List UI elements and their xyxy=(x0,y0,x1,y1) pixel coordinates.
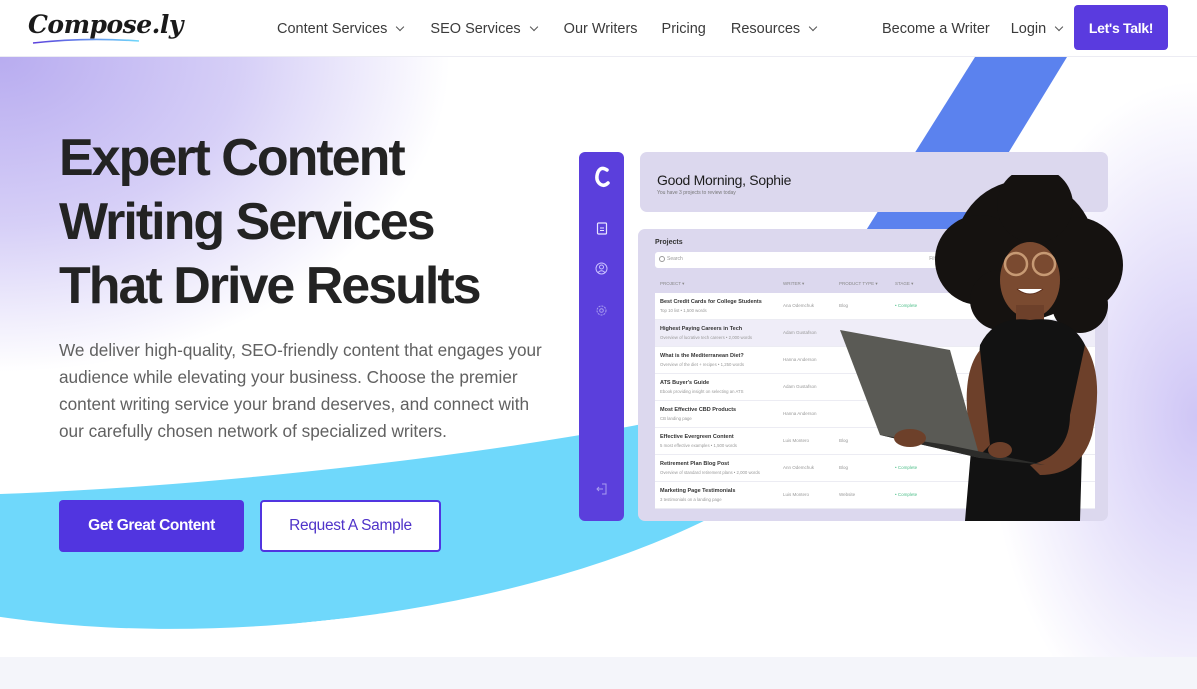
project-writer: Adam Gustafson xyxy=(783,330,817,335)
logo-swoosh-icon xyxy=(32,38,140,44)
main-nav: Content Services SEO Services Our Writer… xyxy=(277,0,818,57)
request-sample-button[interactable]: Request A Sample xyxy=(260,500,441,552)
nav-pricing[interactable]: Pricing xyxy=(662,21,706,37)
project-writer: Hanna Anderson xyxy=(783,357,817,362)
project-subtitle: Ebook providing insight on selecting an … xyxy=(660,389,744,394)
account-nav: Become a Writer Login xyxy=(882,0,1064,57)
project-title: ATS Buyer's Guide xyxy=(660,380,710,386)
chevron-down-icon xyxy=(529,22,538,31)
chevron-down-icon xyxy=(808,22,818,31)
login-menu[interactable]: Login xyxy=(1011,21,1064,37)
search-icon xyxy=(659,256,665,262)
project-title: What is the Mediterranean Diet? xyxy=(660,353,744,359)
project-subtitle: Overview of the diet + recipes • 1,250 w… xyxy=(660,362,745,367)
user-profile-icon xyxy=(579,262,624,275)
project-title: Retirement Plan Blog Post xyxy=(660,461,730,467)
become-writer-link[interactable]: Become a Writer xyxy=(882,21,990,37)
column-project[interactable]: PROJECT ▾ xyxy=(660,281,684,287)
project-writer: Luis Montero xyxy=(783,492,810,497)
project-title: Effective Evergreen Content xyxy=(660,434,734,440)
hero-description: We deliver high-quality, SEO-friendly co… xyxy=(59,340,542,441)
project-subtitle: Overview of standard retirement plans • … xyxy=(660,470,760,475)
project-title: Best Credit Cards for College Students xyxy=(660,299,762,305)
hero-title: Expert Content Writing Services That Dri… xyxy=(59,129,482,315)
project-subtitle: 5 most effective examples • 1,500 words xyxy=(660,443,737,448)
column-writer[interactable]: WRITER ▾ xyxy=(783,281,804,287)
chevron-down-icon xyxy=(396,22,405,31)
project-writer: Ann Odemchuk xyxy=(783,465,815,470)
project-subtitle: CB landing page xyxy=(660,416,692,421)
greeting-subtitle: You have 3 projects to review today xyxy=(657,190,736,196)
project-subtitle: 3 testimonials on a landing page xyxy=(660,497,722,502)
project-writer: Hanna Anderson xyxy=(783,411,817,416)
get-great-content-button[interactable]: Get Great Content xyxy=(59,500,244,552)
project-subtitle: Top 10 list • 1,500 words xyxy=(660,308,707,313)
settings-gear-icon xyxy=(579,304,624,317)
nav-content-services[interactable]: Content Services xyxy=(277,21,405,37)
project-title: Highest Paying Careers in Tech xyxy=(660,326,743,332)
site-header: Compose.ly Content Services SEO Services… xyxy=(0,0,1197,57)
chevron-down-icon xyxy=(1054,22,1064,31)
lets-talk-button[interactable]: Let's Talk! xyxy=(1074,5,1168,50)
nav-resources[interactable]: Resources xyxy=(731,21,818,37)
project-writer: Luis Montero xyxy=(783,438,810,443)
nav-seo-services[interactable]: SEO Services xyxy=(430,21,538,37)
greeting-title: Good Morning, Sophie xyxy=(657,172,792,188)
logout-icon xyxy=(579,483,624,495)
document-icon xyxy=(579,222,624,235)
project-title: Marketing Page Testimonials xyxy=(660,488,736,494)
nav-our-writers[interactable]: Our Writers xyxy=(564,21,638,37)
project-writer: Adam Gustafson xyxy=(783,384,817,389)
mock-app-sidebar xyxy=(579,152,624,521)
woman-with-laptop-photo xyxy=(840,175,1123,521)
project-title: Most Effective CBD Products xyxy=(660,407,737,413)
project-subtitle: Overview of lucrative tech careers • 2,0… xyxy=(660,335,753,340)
next-section-strip xyxy=(0,657,1197,689)
projects-title: Projects xyxy=(655,239,683,246)
compose-ly-logo[interactable]: Compose.ly xyxy=(28,8,183,48)
project-writer: Ana Odemchuk xyxy=(783,303,815,308)
app-logo-c-icon xyxy=(579,164,624,190)
